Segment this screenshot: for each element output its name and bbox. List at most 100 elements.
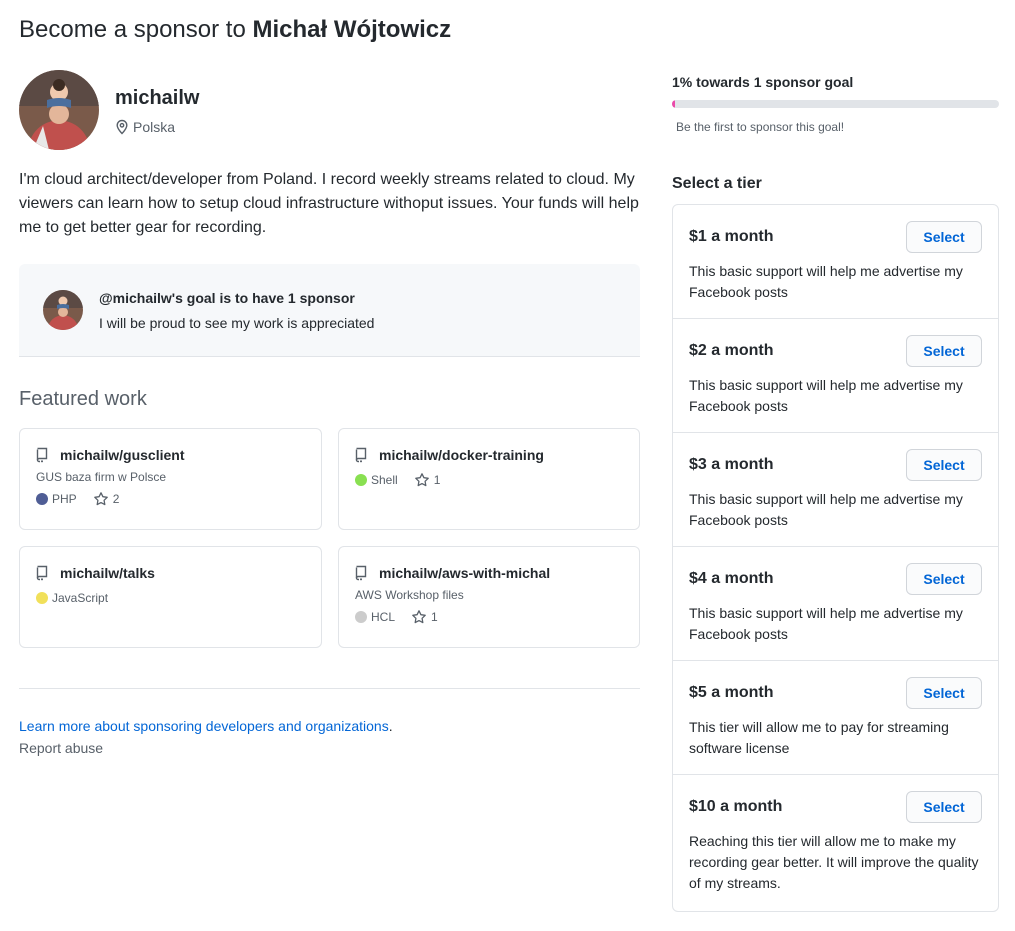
language-name: HCL [371, 610, 396, 624]
repo-card: michailw/gusclient GUS baza firm w Polsc… [19, 428, 322, 530]
page-title-prefix: Become a sponsor to [19, 16, 253, 43]
main-column: michailw Polska I'm cloud architect/deve… [19, 70, 640, 758]
star-count: 1 [431, 610, 438, 624]
repo-language: HCL [355, 608, 395, 626]
language-color-dot [355, 611, 367, 623]
tier-item: $1 a month Select This basic support wil… [673, 205, 998, 319]
tier-item: $10 a month Select Reaching this tier wi… [673, 775, 998, 911]
select-tier-button[interactable]: Select [906, 335, 982, 367]
goal-heading: @michailw's goal is to have 1 sponsor [99, 289, 355, 306]
repo-language: JavaScript [36, 589, 108, 607]
repo-grid: michailw/gusclient GUS baza firm w Polsc… [19, 428, 640, 648]
select-tier-button[interactable]: Select [906, 677, 982, 709]
repo-title: michailw/docker-training [355, 445, 623, 465]
bio: I'm cloud architect/developer from Polan… [19, 171, 639, 236]
learn-more-link[interactable]: Learn more about sponsoring developers a… [19, 718, 389, 734]
learn-more-suffix: . [388, 718, 393, 734]
tier-description: This basic support will help me advertis… [689, 377, 963, 414]
goal-description: I will be proud to see my work is apprec… [99, 314, 375, 331]
tier-header: $5 a month Select [689, 677, 982, 709]
featured-work-heading: Featured work [19, 388, 147, 410]
tier-item: $3 a month Select This basic support wil… [673, 433, 998, 547]
page-title: Become a sponsor to Michał Wójtowicz [19, 14, 451, 46]
repo-icon [355, 447, 367, 463]
select-tier-button[interactable]: Select [906, 221, 982, 253]
star-count: 1 [433, 473, 441, 487]
language-name: Shell [371, 473, 398, 487]
language-color-dot [355, 474, 367, 486]
tier-header: $4 a month Select [689, 563, 982, 595]
repo-icon [36, 447, 48, 463]
goal-progress-fill [672, 100, 676, 108]
repo-icon [355, 565, 367, 581]
tier-header: $10 a month Select [689, 791, 982, 823]
star-count: 2 [112, 492, 120, 506]
language-color-dot [36, 493, 48, 505]
tier-header: $1 a month Select [689, 221, 982, 253]
tier-description: This basic support will help me advertis… [689, 605, 963, 642]
location: Polska [115, 119, 199, 135]
repo-language: PHP [36, 490, 77, 508]
profile-header: michailw Polska [19, 70, 640, 150]
repo-stars[interactable]: 1 [414, 471, 441, 489]
tier-price: $10 a month [689, 798, 783, 815]
repo-stars[interactable]: 1 [411, 608, 438, 626]
profile-info: michailw Polska [115, 85, 199, 135]
repo-link[interactable]: michailw/gusclient [60, 445, 184, 465]
repo-meta: HCL 1 [355, 608, 623, 626]
repo-title: michailw/talks [36, 563, 305, 583]
select-tier-heading: Select a tier [672, 175, 762, 192]
tier-price: $1 a month [689, 228, 774, 245]
repo-title: michailw/gusclient [36, 445, 305, 465]
select-tier-button[interactable]: Select [906, 791, 982, 823]
tier-item: $5 a month Select This tier will allow m… [673, 661, 998, 775]
divider [19, 688, 640, 689]
star-icon [414, 473, 429, 487]
star-icon [412, 610, 426, 624]
language-name: PHP [52, 492, 77, 506]
goal-progress-label: 1% towards 1 sponsor goal [672, 74, 854, 90]
repo-link[interactable]: michailw/docker-training [379, 445, 544, 465]
tier-item: $2 a month Select This basic support wil… [673, 319, 998, 433]
repo-stars[interactable]: 2 [93, 490, 120, 508]
select-tier-button[interactable]: Select [906, 449, 982, 481]
select-tier-button[interactable]: Select [906, 563, 982, 595]
language-color-dot [36, 592, 48, 604]
tier-description: Reaching this tier will allow me to make… [689, 833, 979, 891]
tier-item: $4 a month Select This basic support wil… [673, 547, 998, 661]
goal-box: @michailw's goal is to have 1 sponsor I … [19, 264, 640, 357]
repo-description: GUS baza firm w Polsce [36, 470, 167, 484]
repo-card: michailw/docker-training Shell 1 [338, 428, 640, 530]
sidebar: 1% towards 1 sponsor goal Be the first t… [672, 70, 999, 912]
tier-description: This basic support will help me advertis… [689, 263, 963, 300]
report-abuse-link[interactable]: Report abuse [19, 738, 640, 758]
repo-link[interactable]: michailw/aws-with-michal [379, 563, 550, 583]
tier-price: $3 a month [689, 456, 774, 473]
tier-description: This tier will allow me to pay for strea… [689, 719, 949, 756]
username: michailw [115, 87, 200, 109]
goal-avatar [43, 290, 83, 330]
page-title-name: Michał Wójtowicz [252, 16, 452, 43]
repo-meta: Shell 1 [355, 471, 623, 489]
location-text: Polska [133, 119, 176, 135]
avatar[interactable] [19, 70, 99, 150]
repo-title: michailw/aws-with-michal [355, 563, 623, 583]
tier-description: This basic support will help me advertis… [689, 491, 963, 528]
location-icon [116, 119, 128, 135]
repo-card: michailw/aws-with-michal AWS Workshop fi… [338, 546, 640, 648]
goal-progress-note: Be the first to sponsor this goal! [676, 120, 845, 134]
language-name: JavaScript [52, 591, 109, 605]
tier-price: $4 a month [689, 570, 774, 587]
repo-meta: JavaScript [36, 589, 305, 607]
repo-link[interactable]: michailw/talks [60, 563, 155, 583]
tier-header: $2 a month Select [689, 335, 982, 367]
tier-list: $1 a month Select This basic support wil… [672, 204, 999, 912]
repo-language: Shell [355, 471, 398, 489]
star-icon [93, 492, 108, 506]
footer-learn-more: Learn more about sponsoring developers a… [19, 716, 640, 736]
tier-price: $2 a month [689, 342, 774, 359]
repo-description: AWS Workshop files [355, 588, 464, 602]
tier-price: $5 a month [689, 684, 774, 701]
goal-progress-bar [672, 100, 999, 108]
goal-text: @michailw's goal is to have 1 sponsor I … [99, 288, 374, 333]
